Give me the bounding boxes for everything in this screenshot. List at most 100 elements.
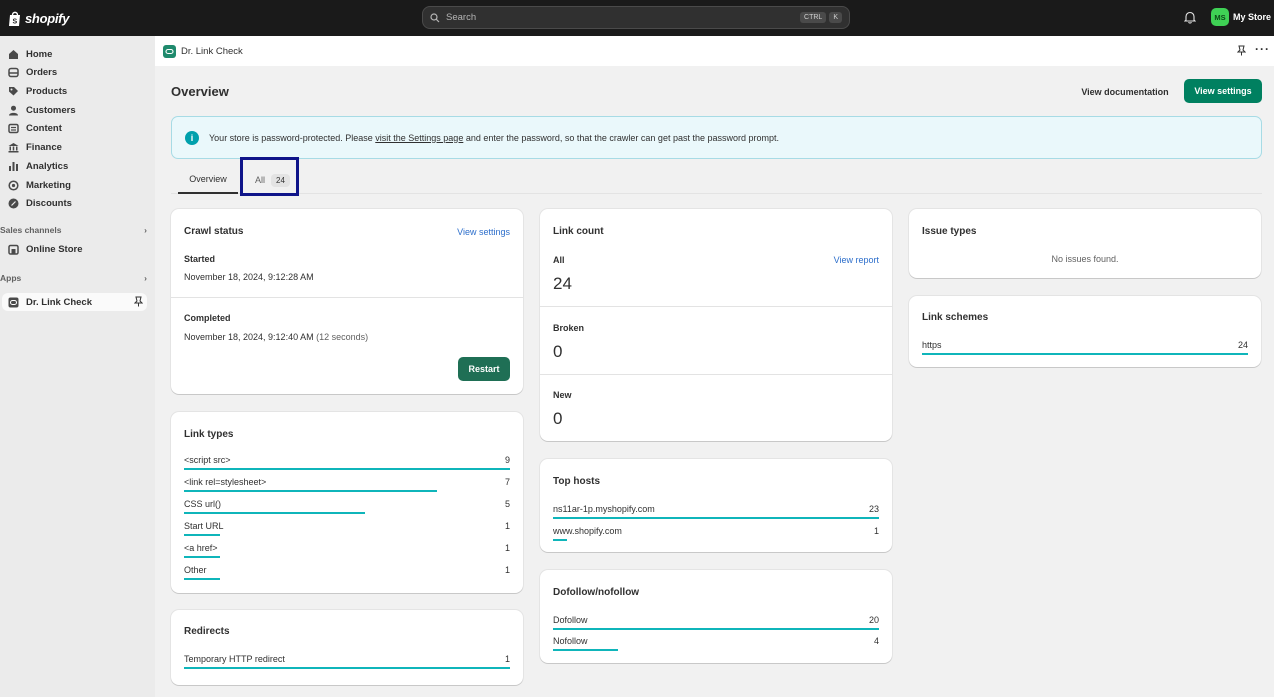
scheme-row[interactable]: https 24 <box>922 340 1248 355</box>
sidebar-item-online-store[interactable]: Online Store <box>8 240 147 258</box>
sidebar-item-customers[interactable]: Customers <box>8 101 147 119</box>
chart-bars-icon <box>8 161 19 172</box>
row-bar <box>553 517 879 519</box>
link-type-row[interactable]: <a href> 1 <box>184 543 510 558</box>
card-title: Dofollow/nofollow <box>553 587 640 598</box>
sidebar-item-home[interactable]: Home <box>8 45 147 63</box>
row-bar <box>184 490 437 492</box>
sidebar-item-orders[interactable]: Orders <box>8 63 147 81</box>
broken-label: Broken <box>553 323 585 333</box>
row-bar <box>184 512 365 514</box>
new-count: 0 <box>553 409 563 428</box>
pin-icon[interactable] <box>1236 45 1247 59</box>
follow-row[interactable]: Nofollow 4 <box>553 636 879 651</box>
view-settings-link[interactable]: View settings <box>457 227 510 237</box>
row-label: www.shopify.com <box>553 526 622 536</box>
sidebar-item-discounts[interactable]: Discounts <box>8 194 147 212</box>
view-report-link[interactable]: View report <box>834 255 879 265</box>
sidebar-item-marketing[interactable]: Marketing <box>8 176 147 194</box>
row-bar <box>553 539 567 541</box>
row-value: 23 <box>868 504 879 514</box>
issue-types-card: Issue types No issues found. <box>909 209 1261 278</box>
row-label: ns11ar-1p.myshopify.com <box>553 504 655 514</box>
card-title: Crawl status <box>184 226 244 237</box>
top-hosts-card: Top hosts ns11ar-1p.myshopify.com 23 www.… <box>540 459 892 552</box>
view-settings-button[interactable]: View settings <box>1184 79 1262 103</box>
search-placeholder: Search <box>446 12 477 23</box>
row-value: 1 <box>504 521 510 531</box>
sidebar-item-label: Content <box>26 122 62 134</box>
svg-text:S: S <box>13 18 18 25</box>
row-label: Dofollow <box>553 615 588 625</box>
crawl-duration: (12 seconds) <box>316 332 369 342</box>
sidebar-item-label: Dr. Link Check <box>26 296 92 308</box>
card-title: Link types <box>184 429 234 440</box>
host-row[interactable]: www.shopify.com 1 <box>553 526 879 541</box>
person-icon <box>8 105 19 116</box>
row-bar <box>922 353 1248 355</box>
pin-icon[interactable] <box>133 296 144 310</box>
shopify-bag-icon: S <box>9 11 20 26</box>
more-actions-icon[interactable]: ··· <box>1255 42 1270 56</box>
tab-overview[interactable]: Overview <box>178 166 238 194</box>
link-schemes-card: Link schemes https 24 <box>909 296 1261 367</box>
link-type-row[interactable]: CSS url() 5 <box>184 499 510 514</box>
sidebar-item-finance[interactable]: Finance <box>8 138 147 156</box>
app-title-bar: Dr. Link Check ··· <box>155 36 1274 66</box>
content-icon <box>8 123 19 134</box>
sidebar-item-dr-link-check[interactable]: Dr. Link Check <box>2 293 147 311</box>
settings-page-link[interactable]: visit the Settings page <box>375 133 463 143</box>
sidebar-item-label: Marketing <box>26 179 71 191</box>
row-label: <script src> <box>184 455 231 465</box>
row-value: 7 <box>504 477 510 487</box>
sidebar-item-content[interactable]: Content <box>8 119 147 137</box>
page-title: Overview <box>171 84 229 99</box>
store-name[interactable]: My Store <box>1233 12 1271 22</box>
card-title: Redirects <box>184 626 230 637</box>
new-label: New <box>553 390 572 400</box>
banner-text-after: and enter the password, so that the craw… <box>463 132 780 143</box>
restart-button[interactable]: Restart <box>458 357 510 381</box>
no-issues-text: No issues found. <box>1051 254 1119 264</box>
link-count-card: Link count All View report 24 Broken 0 N… <box>540 209 892 441</box>
row-label: <link rel=stylesheet> <box>184 477 267 487</box>
started-label: Started <box>184 254 216 264</box>
discount-icon <box>8 198 19 209</box>
password-protected-banner: i Your store is password-protected. Plea… <box>171 116 1262 159</box>
redirects-card: Redirects Temporary HTTP redirect 1 <box>171 610 523 685</box>
link-type-row[interactable]: Start URL 1 <box>184 521 510 536</box>
inbox-icon <box>8 67 19 78</box>
sidebar-item-products[interactable]: Products <box>8 82 147 100</box>
link-type-row[interactable]: <link rel=stylesheet> 7 <box>184 477 510 492</box>
sales-channels-heading[interactable]: Sales channels › <box>0 225 147 235</box>
card-title: Link schemes <box>922 312 989 323</box>
divider <box>540 306 892 307</box>
follow-row[interactable]: Dofollow 20 <box>553 615 879 630</box>
row-label: Start URL <box>184 521 224 531</box>
link-type-row[interactable]: <script src> 9 <box>184 455 510 470</box>
sidebar-item-analytics[interactable]: Analytics <box>8 157 147 175</box>
bank-icon <box>8 142 19 153</box>
started-value: November 18, 2024, 9:12:28 AM <box>184 272 314 282</box>
row-label: <a href> <box>184 543 218 553</box>
shopify-logo[interactable]: S shopify <box>8 9 69 27</box>
top-bar: S shopify Search CTRL K MS My Store <box>0 0 1274 36</box>
apps-heading[interactable]: Apps › <box>0 273 147 283</box>
redirect-row[interactable]: Temporary HTTP redirect 1 <box>184 654 510 669</box>
sidebar-item-label: Home <box>26 48 53 60</box>
card-title: Issue types <box>922 226 977 237</box>
target-icon <box>8 179 19 191</box>
avatar[interactable]: MS <box>1211 8 1229 26</box>
banner-text-before: Your store is password-protected. Please <box>209 132 376 143</box>
shortcut-key-ctrl: CTRL <box>800 12 827 23</box>
host-row[interactable]: ns11ar-1p.myshopify.com 23 <box>553 504 879 519</box>
link-type-row[interactable]: Other 1 <box>184 565 510 580</box>
sidebar: Home Orders Products Customers Content F… <box>0 36 155 697</box>
bell-icon[interactable] <box>1184 11 1196 24</box>
sidebar-item-label: Online Store <box>26 243 83 255</box>
view-documentation-button[interactable]: View documentation <box>1069 80 1181 103</box>
completed-value: November 18, 2024, 9:12:40 AM <box>184 332 314 342</box>
search-input[interactable]: Search CTRL K <box>422 6 850 29</box>
highlight-box <box>240 157 299 196</box>
search-icon <box>430 12 440 22</box>
